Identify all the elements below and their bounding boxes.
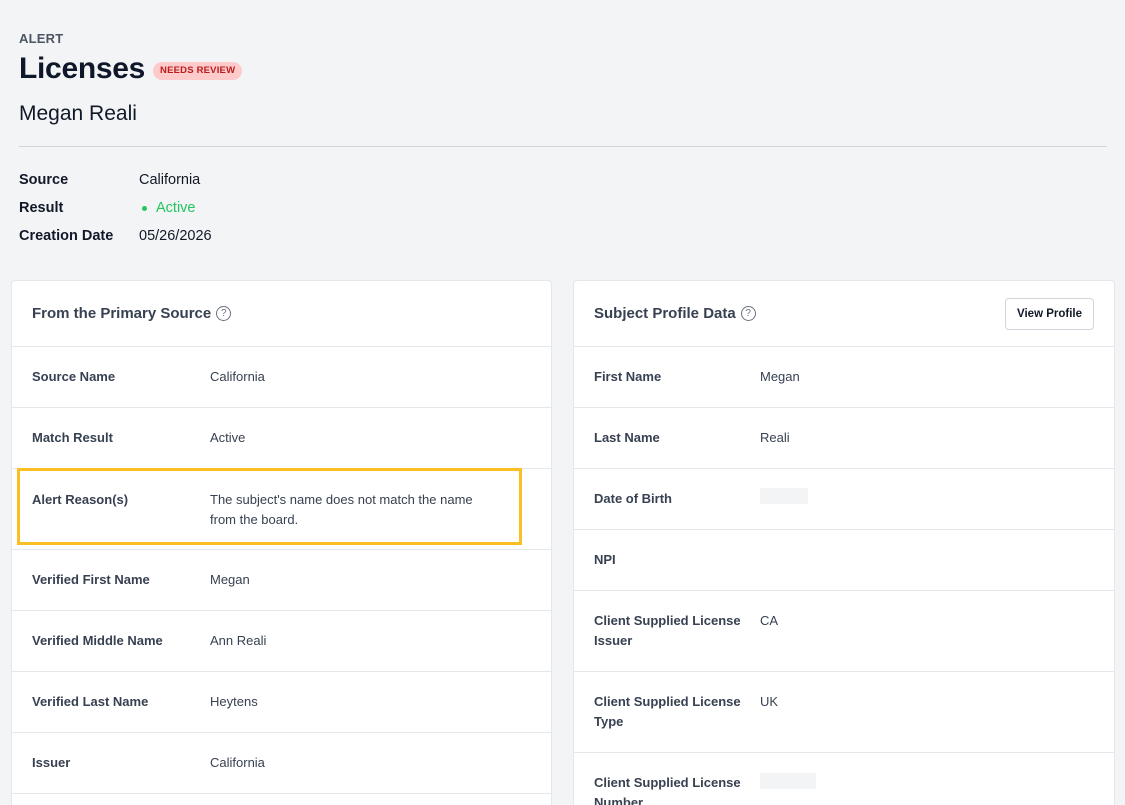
page-title: Licenses (19, 52, 146, 85)
row-value (760, 488, 1094, 510)
table-row: Client Supplied License Issuer CA (574, 591, 1114, 672)
status-badge: NEEDS REVIEW (153, 62, 243, 80)
row-value: Ann Reali (210, 633, 267, 648)
meta-row-source: Source California (19, 166, 212, 194)
table-row: Client Supplied License Number (574, 753, 1114, 805)
row-value (760, 773, 1094, 795)
card-header: From the Primary Source ? (12, 281, 551, 347)
row-label: NPI (594, 552, 616, 567)
alert-meta: Source California Result Active Creation… (19, 166, 212, 250)
card-title-text: From the Primary Source (32, 305, 212, 322)
table-row: Date of Birth (574, 469, 1114, 530)
row-value: The subject's name does not match the na… (210, 492, 473, 527)
help-circle-icon[interactable]: ? (740, 306, 756, 321)
header-divider (19, 146, 1107, 147)
table-row: Verified Middle Name Ann Reali (12, 611, 551, 672)
row-label: Source Name (32, 369, 116, 384)
table-row: Source Name California (12, 347, 551, 408)
card-title: From the Primary Source ? (32, 305, 232, 322)
subject-profile-card: Subject Profile Data ? View Profile Firs… (573, 280, 1115, 805)
row-label: Date of Birth (594, 491, 672, 506)
table-row: Issuer California (12, 733, 551, 794)
row-label: Client Supplied License Number (594, 775, 741, 805)
row-value: UK (760, 694, 779, 709)
row-label: Verified Middle Name (32, 633, 163, 648)
row-value: Megan (210, 572, 250, 587)
row-value: Active (210, 430, 246, 445)
status-dot-icon (142, 205, 147, 211)
title-row: Licenses NEEDS REVIEW (19, 52, 243, 86)
row-label: Issuer (32, 755, 71, 770)
table-row: Client Supplied License Type UK (574, 672, 1114, 753)
table-row: Verified Last Name Heytens (12, 672, 551, 733)
meta-row-result: Result Active (19, 194, 212, 222)
row-label: Match Result (32, 430, 113, 445)
card-title: Subject Profile Data ? (594, 305, 756, 322)
meta-label: Result (19, 200, 64, 216)
row-value: Reali (760, 430, 790, 445)
help-circle-icon[interactable]: ? (216, 306, 232, 321)
redacted-value (760, 488, 808, 504)
meta-value: 05/26/2026 (139, 228, 212, 244)
card-title-text: Subject Profile Data (594, 305, 736, 322)
card-header: Subject Profile Data ? View Profile (574, 281, 1114, 347)
row-value: Megan (760, 369, 800, 384)
row-label: Client Supplied License Issuer (594, 613, 741, 648)
row-label: Alert Reason(s) (32, 492, 129, 507)
row-label: Client Supplied License Type (594, 694, 741, 729)
view-profile-button[interactable]: View Profile (1005, 297, 1094, 330)
meta-value: California (139, 172, 201, 188)
primary-source-card: From the Primary Source ? Source Name Ca… (11, 280, 552, 805)
meta-row-creation-date: Creation Date 05/26/2026 (19, 222, 212, 250)
row-value: CA (760, 613, 779, 628)
row-label: First Name (594, 369, 662, 384)
table-row: First Name Megan (574, 347, 1114, 408)
row-label: Verified Last Name (32, 694, 149, 709)
result-status-label: Active (156, 200, 196, 216)
row-value: Heytens (210, 694, 258, 709)
row-label: Verified First Name (32, 572, 150, 587)
alert-eyebrow: ALERT (19, 31, 64, 46)
table-row: NPI (574, 530, 1114, 591)
table-row: Last Name Reali (574, 408, 1114, 469)
row-value: California (210, 755, 265, 770)
subject-name: Megan Reali (19, 102, 137, 125)
meta-label: Source (19, 172, 69, 188)
table-row: Verified First Name Megan (12, 550, 551, 611)
redacted-value (760, 773, 816, 789)
result-status: Active (139, 200, 196, 216)
table-row: Match Result Active (12, 408, 551, 469)
alert-reason-row: Alert Reason(s) The subject's name does … (12, 468, 551, 550)
row-value: California (210, 369, 265, 384)
row-label: Last Name (594, 430, 660, 445)
meta-label: Creation Date (19, 228, 114, 244)
